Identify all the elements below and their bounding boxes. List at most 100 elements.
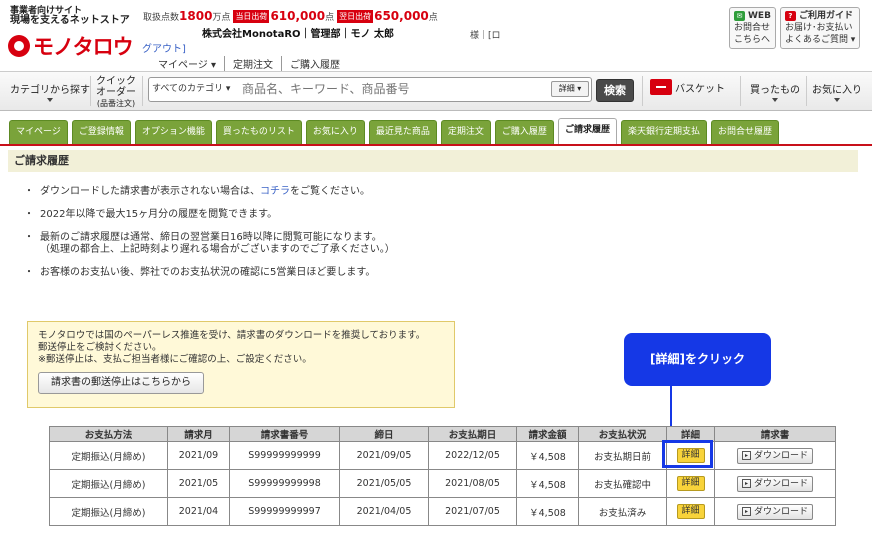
- cell-download: ▸ ダウンロード: [714, 441, 836, 470]
- chevron-down-icon: [47, 98, 53, 102]
- cell-due: 2021/08/05: [428, 469, 517, 498]
- tab-billing-history[interactable]: ご請求履歴: [557, 118, 617, 144]
- next-day-shipping-tag: 翌日出荷: [337, 9, 374, 23]
- list-item: 最新のご請求履歴は通常、締日の翌営業日16時以降に閲覧可能になります。 （処理の…: [24, 232, 395, 256]
- chat-icon: ✉: [734, 11, 745, 21]
- cell-due: 2022/12/05: [428, 441, 517, 470]
- divider: [740, 76, 741, 106]
- quick-order-button[interactable]: クイック オーダー (品番注文): [94, 76, 138, 109]
- cell-close: 2021/05/05: [339, 469, 429, 498]
- guide-line1: お届け･お支払い: [784, 23, 853, 33]
- purchased-items-button[interactable]: 買ったもの: [750, 85, 800, 102]
- tab-regular-order[interactable]: 定期注文: [440, 120, 491, 144]
- tab-recently-viewed[interactable]: 最近見た商品: [368, 120, 437, 144]
- site-tagline: 事業者向けサイト 現場を支えるネットストア: [10, 6, 130, 26]
- notice-line2: 郵送停止をご検討ください。: [38, 342, 162, 353]
- stop-mailing-button[interactable]: 請求書の郵送停止はこちらから: [38, 372, 204, 394]
- col-header: 請求書番号: [229, 426, 340, 442]
- tab-inquiry-history[interactable]: お問合せ履歴: [710, 120, 779, 144]
- chevron-down-icon: [834, 98, 840, 102]
- detail-button[interactable]: 詳細: [676, 504, 705, 519]
- logout-link[interactable]: グアウト]: [142, 40, 186, 55]
- stats-next-unit: 点: [428, 12, 438, 23]
- list-item: 2022年以降で最大15ヶ月分の履歴を閲覧できます。: [24, 209, 395, 221]
- cell-download: ▸ ダウンロード: [714, 497, 836, 526]
- cell-status: お支払期日前: [578, 441, 667, 470]
- guide-line2: よくあるご質問 ▾: [784, 35, 856, 45]
- paperless-notice: モノタロウでは国のペーパーレス推進を受け、請求書のダウンロードを推奨しております…: [27, 321, 455, 408]
- callout-box: [詳細]をクリック: [624, 333, 771, 386]
- search-button[interactable]: 検索: [596, 79, 634, 102]
- tab-options[interactable]: オプション機能: [134, 120, 212, 144]
- list-item: お客様のお支払い後、弊社でのお支払状況の確認に5営業日ほど要します。: [24, 267, 395, 279]
- category-select[interactable]: すべてのカテゴリ ▾: [152, 81, 230, 94]
- col-header: 締日: [339, 426, 429, 442]
- company-user-name: 株式会社MonotaRO｜管理部｜モノ 太郎: [202, 29, 395, 40]
- favorites-button[interactable]: お気に入り: [812, 85, 862, 102]
- category-browse-button[interactable]: カテゴリから探す: [10, 85, 90, 102]
- page-title: ご請求履歴: [8, 150, 858, 172]
- tab-mypage[interactable]: マイページ: [9, 120, 68, 144]
- cell-number: S99999999997: [229, 497, 340, 526]
- table-row: 定期振込(月締め) 2021/04 S99999999997 2021/04/0…: [49, 497, 836, 526]
- purchased-label: 買ったもの: [750, 85, 800, 96]
- cell-month: 2021/09: [167, 441, 230, 470]
- my-menu-mypage[interactable]: マイページ ▾: [150, 56, 225, 71]
- logo-text: モノタロウ: [33, 35, 134, 59]
- cell-amount: ￥4,508: [516, 441, 579, 470]
- cell-status: お支払確認中: [578, 469, 667, 498]
- stats-total: 1800: [179, 9, 213, 23]
- stock-stats: 取扱点数 1800 万点 当日出荷 610,000 点 翌日出荷 650,000…: [143, 9, 438, 23]
- stats-next: 650,000: [374, 9, 429, 23]
- question-icon: ?: [784, 11, 796, 21]
- honorific-link[interactable]: 様｜[ロ: [470, 31, 501, 41]
- bullet-text: （処理の都合上、上記時刻より遅れる場合がございますのでご了承ください。）: [40, 244, 395, 255]
- quick-order-line1: クイック: [96, 76, 136, 87]
- bullet-text: をご覧ください。: [290, 186, 370, 197]
- info-list: ダウンロードした請求書が表示されない場合は、コチラをご覧ください。 2022年以…: [24, 186, 395, 290]
- divider: [142, 76, 143, 106]
- col-header: お支払期日: [428, 426, 517, 442]
- bullet-text: 最新のご請求履歴は通常、締日の翌営業日16時以降に閲覧可能になります。: [40, 232, 382, 243]
- tab-purchased-list[interactable]: 買ったものリスト: [215, 120, 302, 144]
- download-button[interactable]: ▸ ダウンロード: [737, 475, 813, 492]
- download-icon: ▸: [741, 478, 751, 488]
- stats-label: 取扱点数: [143, 12, 180, 23]
- basket-button[interactable]: バスケット: [650, 79, 725, 95]
- cell-method: 定期振込(月締め): [49, 441, 168, 470]
- download-button[interactable]: ▸ ダウンロード: [737, 447, 813, 464]
- today-shipping-tag: 当日出荷: [233, 9, 270, 23]
- monotaro-logo[interactable]: モノタロウ: [8, 31, 134, 61]
- my-menu-purchase-history[interactable]: ご購入履歴: [282, 56, 348, 71]
- cell-close: 2021/04/05: [339, 497, 429, 526]
- cell-close: 2021/09/05: [339, 441, 429, 470]
- download-button[interactable]: ▸ ダウンロード: [737, 503, 813, 520]
- tab-favorites[interactable]: お気に入り: [305, 120, 365, 144]
- cell-number: S99999999998: [229, 469, 340, 498]
- cell-month: 2021/05: [167, 469, 230, 498]
- detail-search-select[interactable]: 詳細 ▾: [551, 81, 589, 97]
- my-menu-regular-order[interactable]: 定期注文: [225, 56, 282, 71]
- tab-rakuten-payment[interactable]: 楽天銀行定期支払: [620, 120, 707, 144]
- cell-status: お支払済み: [578, 497, 667, 526]
- category-browse-label: カテゴリから探す: [10, 85, 90, 96]
- col-header: お支払状況: [578, 426, 667, 442]
- here-link[interactable]: コチラ: [260, 186, 290, 197]
- web-inquiry-button[interactable]: ✉ WEB お問合せ こちらへ: [729, 7, 776, 49]
- detail-button[interactable]: 詳細: [676, 476, 705, 491]
- cell-number: S99999999999: [229, 441, 340, 470]
- cell-amount: ￥4,508: [516, 469, 579, 498]
- billing-table: お支払方法 請求月 請求書番号 締日 お支払期日 請求金額 お支払状況 詳細 請…: [49, 426, 836, 526]
- download-label: ダウンロード: [753, 450, 808, 461]
- tab-purchase-history[interactable]: ご購入履歴: [494, 120, 554, 144]
- tab-registration[interactable]: ご登録情報: [71, 120, 131, 144]
- guide-title: ご利用ガイド: [798, 11, 853, 21]
- cell-detail: 詳細: [666, 497, 715, 526]
- tagline-bottom: 現場を支えるネットストア: [10, 15, 130, 26]
- cell-due: 2021/07/05: [428, 497, 517, 526]
- user-guide-button[interactable]: ? ご利用ガイド お届け･お支払い よくあるご質問 ▾: [779, 7, 861, 49]
- cart-icon: [650, 79, 672, 95]
- search-input[interactable]: [242, 80, 542, 98]
- favorites-label: お気に入り: [812, 85, 862, 96]
- col-header: 請求月: [167, 426, 230, 442]
